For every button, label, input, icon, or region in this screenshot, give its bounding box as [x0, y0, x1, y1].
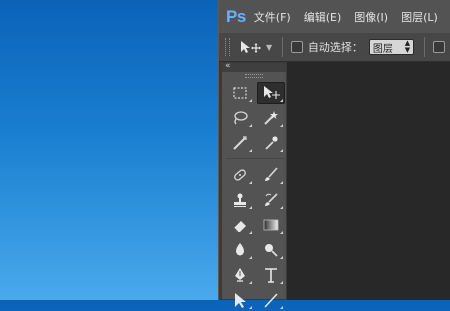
collapse-icon[interactable]: «	[225, 61, 231, 71]
move-tool-icon	[240, 41, 261, 53]
auto-select-value: 图层	[372, 43, 393, 55]
line-icon	[264, 293, 278, 308]
updown-arrows-icon: ▲ ▼	[404, 39, 411, 54]
brush-tool[interactable]	[257, 164, 285, 186]
line-tool[interactable]	[257, 289, 285, 311]
tool-group-divider	[226, 158, 287, 161]
canvas-area[interactable]	[287, 62, 450, 300]
eraser-tool[interactable]	[226, 214, 254, 236]
tools-panel: «	[221, 61, 287, 309]
clone-stamp-tool[interactable]	[226, 189, 254, 211]
menu-file[interactable]: 文件(F)	[254, 9, 291, 25]
auto-select-checkbox[interactable]	[291, 41, 303, 53]
divider	[282, 37, 284, 57]
divider	[424, 37, 426, 57]
history-brush-tool[interactable]	[257, 189, 285, 211]
history-brush-icon	[265, 193, 278, 206]
type-tool[interactable]	[257, 264, 285, 286]
lasso-tool[interactable]	[226, 107, 254, 129]
brush-icon	[265, 167, 278, 181]
options-bar: ▼ 自动选择： 图层 ▲ ▼	[219, 33, 450, 62]
blur-tool[interactable]	[226, 239, 254, 261]
crop-icon	[233, 136, 247, 150]
healing-brush-icon	[234, 169, 246, 181]
tools-panel-header[interactable]: «	[222, 61, 286, 72]
blur-icon	[236, 243, 244, 256]
lasso-icon	[234, 111, 248, 125]
move-icon	[264, 86, 280, 99]
menu-edit[interactable]: 编辑(E)	[304, 9, 342, 25]
spot-healing-brush-tool[interactable]	[226, 164, 254, 186]
rectangular-marquee-tool[interactable]	[226, 82, 254, 104]
path-selection-icon	[235, 293, 246, 308]
desktop-background	[0, 0, 218, 300]
move-tool[interactable]	[257, 82, 285, 104]
type-icon	[265, 268, 277, 283]
chevron-down-icon: ▼	[265, 42, 273, 52]
pen-tool[interactable]	[226, 264, 254, 286]
auto-select-label: 自动选择：	[307, 41, 363, 54]
show-transform-checkbox[interactable]	[433, 41, 445, 53]
menu-image[interactable]: 图像(I)	[354, 9, 388, 25]
auto-select-dropdown[interactable]: 图层 ▲ ▼	[368, 39, 415, 55]
marquee-icon	[233, 87, 247, 99]
dodge-tool[interactable]	[257, 239, 285, 261]
menu-bar: Ps 文件(F) 编辑(E) 图像(I) 图层(L)	[219, 0, 450, 34]
tool-preset-picker[interactable]: ▼	[240, 40, 272, 54]
magic-wand-icon	[264, 111, 278, 125]
tools-panel-grip[interactable]	[222, 72, 286, 80]
magic-wand-tool[interactable]	[257, 107, 285, 129]
options-bar-grip[interactable]	[225, 38, 230, 56]
gradient-tool[interactable]	[257, 214, 285, 236]
dodge-icon	[265, 244, 278, 257]
pen-icon	[235, 268, 245, 282]
stamp-icon	[234, 193, 246, 207]
eyedropper-tool[interactable]	[257, 132, 285, 154]
tool-grid	[222, 80, 287, 311]
eyedropper-icon	[265, 136, 278, 150]
path-selection-tool[interactable]	[226, 289, 254, 311]
gradient-icon	[263, 219, 279, 231]
crop-tool[interactable]	[226, 132, 254, 154]
menu-layer[interactable]: 图层(L)	[401, 9, 438, 25]
photoshop-logo: Ps	[226, 6, 246, 26]
eraser-icon	[233, 221, 246, 233]
photoshop-window: Ps 文件(F) 编辑(E) 图像(I) 图层(L) ▼ 自动选择： 图层 ▲ ▼…	[218, 0, 450, 309]
